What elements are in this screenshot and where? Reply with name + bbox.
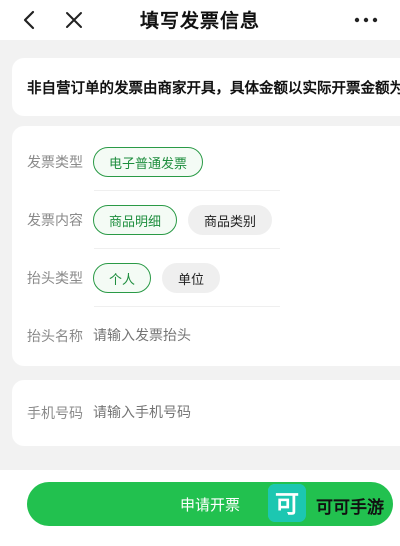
phone-input[interactable] [93, 405, 353, 421]
chip-company[interactable]: 单位 [162, 263, 221, 293]
watermark-text: 可可手游 [316, 498, 384, 518]
invoice-content-row: 发票内容 商品明细 商品类别 [27, 192, 400, 248]
more-dots-icon[interactable] [352, 8, 380, 32]
invoice-type-row: 发票类型 电子普通发票 [27, 134, 400, 190]
title-name-label: 抬头名称 [27, 329, 83, 345]
title-type-row: 抬头类型 个人 单位 [27, 250, 400, 306]
divider [94, 248, 280, 249]
chip-electronic-invoice[interactable]: 电子普通发票 [93, 147, 204, 177]
navigation-bar: 填写发票信息 [0, 0, 400, 40]
title-name-row: 抬头名称 [27, 308, 400, 364]
chip-item-details[interactable]: 商品明细 [93, 205, 178, 235]
invoice-content-label: 发票内容 [27, 213, 83, 229]
divider [94, 306, 280, 307]
chip-item-category[interactable]: 商品类别 [188, 205, 273, 235]
phone-label: 手机号码 [27, 406, 83, 422]
watermark-logo-icon: 可 [268, 484, 306, 522]
phone-row: 手机号码 [27, 385, 400, 441]
invoice-info-card: 发票类型 电子普通发票 发票内容 商品明细 商品类别 抬头类型 个人 单位 抬头… [12, 126, 400, 366]
page-title: 填写发票信息 [139, 10, 260, 32]
notice-text: 非自营订单的发票由商家开具，具体金额以实际开票金额为准 [27, 80, 400, 97]
chip-personal[interactable]: 个人 [93, 263, 152, 293]
contact-card: 手机号码 [12, 380, 400, 446]
watermark-logo-glyph: 可 [275, 490, 299, 518]
title-type-label: 抬头类型 [27, 271, 83, 287]
title-name-input[interactable] [93, 328, 353, 344]
invoice-type-label: 发票类型 [27, 155, 83, 171]
divider [94, 190, 280, 191]
invoice-notice: 非自营订单的发票由商家开具，具体金额以实际开票金额为准 [12, 58, 400, 116]
